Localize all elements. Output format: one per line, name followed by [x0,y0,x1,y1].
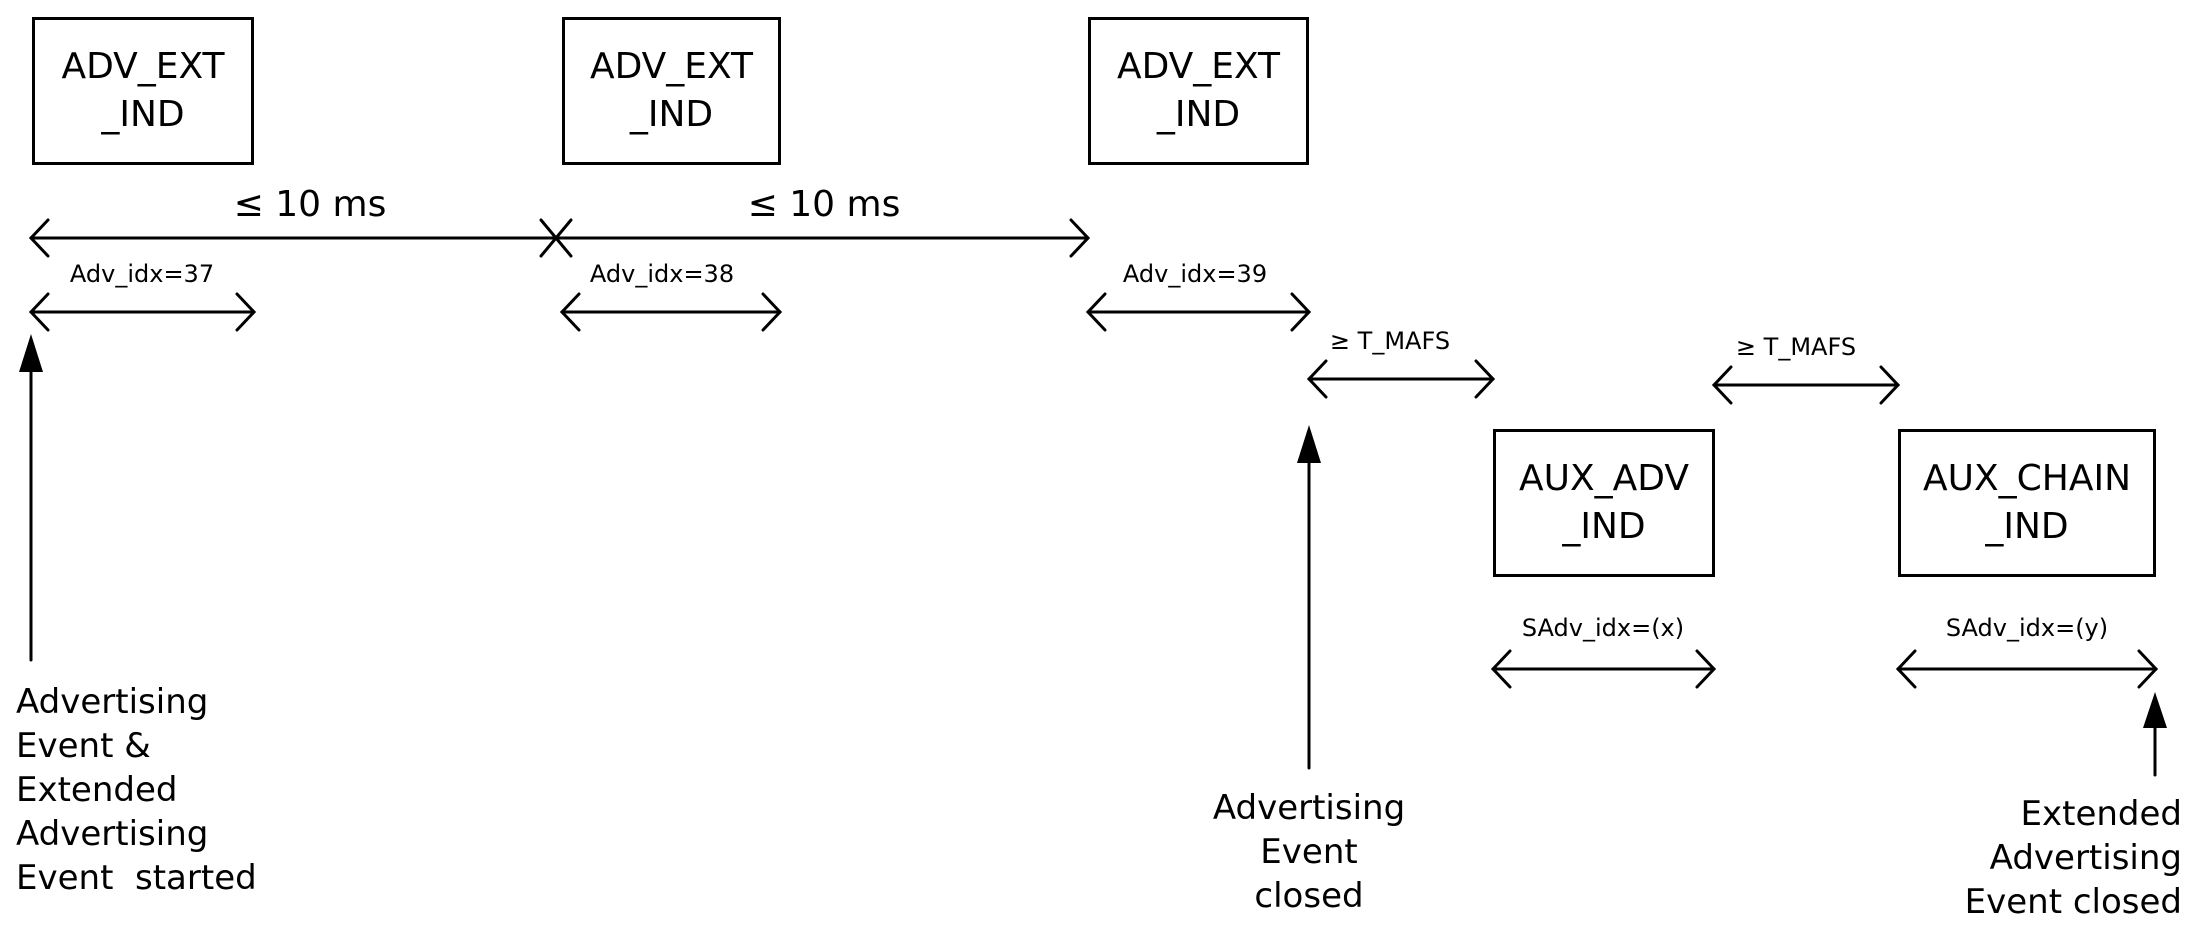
index-label-adv-39: Adv_idx=39 [1122,260,1268,288]
event-note-line: Extended [16,770,178,810]
event-note-adv-closed: Advertising Event closed [1159,786,1459,918]
packet-label-line2: _IND [1562,506,1646,547]
event-note-line: closed [1254,876,1364,916]
gap-label-2: ≥ T_MAFS [1735,333,1857,361]
packet-label-line1: AUX_ADV [1519,458,1689,499]
gap-label-1: ≥ T_MAFS [1329,327,1451,355]
event-start-arrowhead-icon [19,334,43,372]
gap-arrow-2 [1711,365,1901,405]
packet-label-line1: AUX_CHAIN [1922,458,2132,499]
event-note-line: Event [1260,832,1358,872]
event-note-line: Event started [16,858,257,898]
event-note-line: Advertising [1212,788,1406,828]
interval-arrow-1 [28,218,558,258]
index-arrow-4 [1490,649,1717,689]
event-note-line: Event & [16,726,151,766]
packet-box-adv-ext-ind-2: ADV_EXT _IND [562,17,781,165]
index-label-sadv-x: SAdv_idx=(x) [1521,614,1685,642]
gap-arrow-1 [1306,359,1496,399]
packet-label-line1: ADV_EXT [61,46,225,87]
packet-box-adv-ext-ind-3: ADV_EXT _IND [1088,17,1309,165]
ext-event-closed-arrowhead-icon [2143,692,2167,728]
packet-label-line1: ADV_EXT [589,46,754,87]
interval-label-2: ≤ 10 ms [747,184,901,225]
event-note-line: Advertising [16,814,209,854]
event-note-line: Advertising [16,682,209,722]
interval-label-1: ≤ 10 ms [233,184,387,225]
packet-box-aux-chain-ind: AUX_CHAIN _IND [1898,429,2156,577]
packet-label-line2: _IND [101,94,185,135]
packet-label-line2: _IND [1156,94,1241,135]
index-label-sadv-y: SAdv_idx=(y) [1945,614,2109,642]
packet-label-line1: ADV_EXT [1116,46,1281,87]
index-arrow-2 [559,292,783,332]
index-arrow-5 [1895,649,2159,689]
event-note-ext-closed: Extended Advertising Event closed [1965,792,2182,924]
event-closed-arrowhead-icon [1297,425,1321,463]
index-label-adv-38: Adv_idx=38 [589,260,735,288]
event-note-line: Event closed [1964,882,2182,922]
event-note-line: Advertising [1989,838,2182,878]
event-note-started: Advertising Event & Extended Advertising… [16,680,257,900]
index-arrow-3 [1085,292,1312,332]
index-arrow-1 [28,292,257,332]
index-label-adv-37: Adv_idx=37 [69,260,215,288]
packet-label-line2: _IND [1985,506,2069,547]
packet-box-aux-adv-ind: AUX_ADV _IND [1493,429,1715,577]
packet-label-line2: _IND [629,94,714,135]
event-note-line: Extended [2020,794,2182,834]
interval-arrow-2 [554,218,1091,258]
packet-box-adv-ext-ind-1: ADV_EXT _IND [32,17,254,165]
